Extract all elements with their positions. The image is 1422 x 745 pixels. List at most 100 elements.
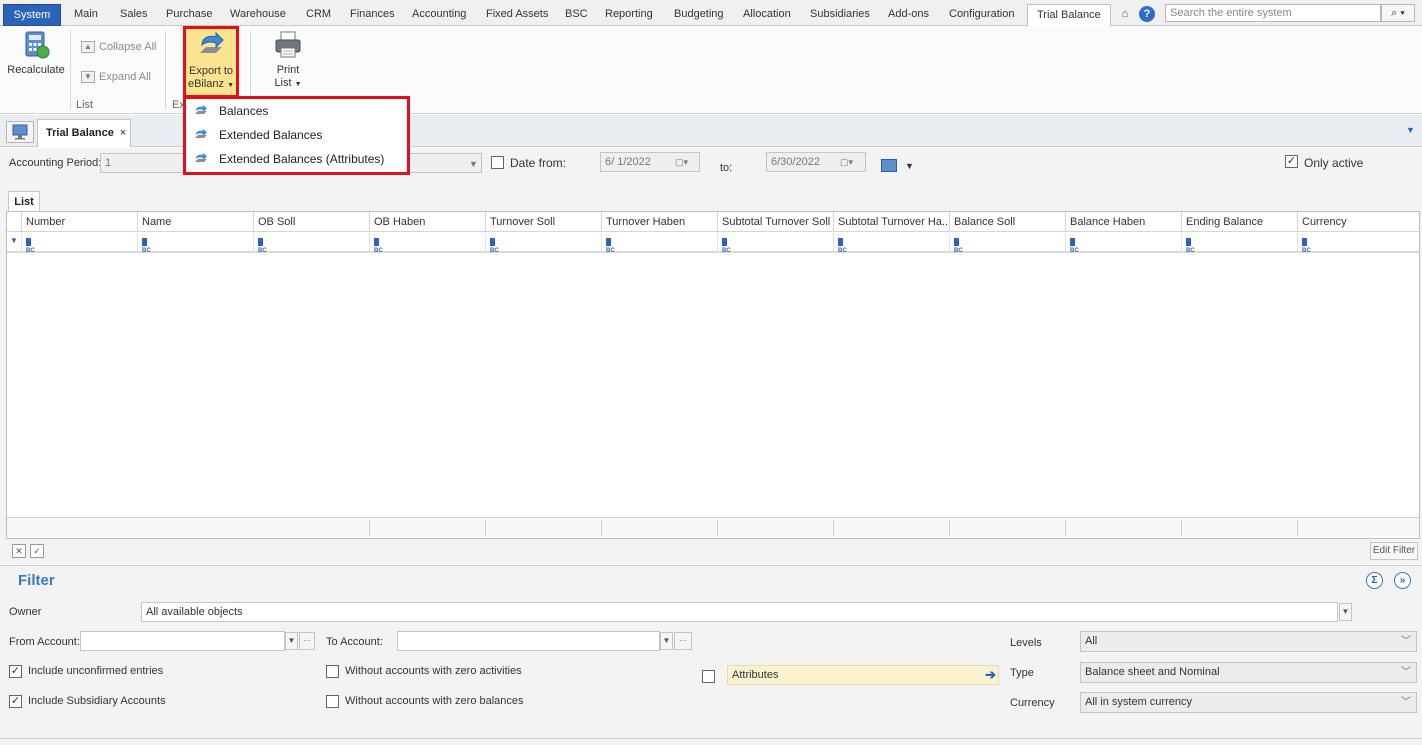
search-button[interactable]: ⌕ ▾ [1381,4,1415,22]
filter-cell-name[interactable]: BC [137,233,253,254]
tab-bsc[interactable]: BSC [556,4,597,26]
menu-item-extended-balances[interactable]: Extended Balances [186,123,407,147]
type-select[interactable]: Balance sheet and Nominal ﹀ [1080,662,1417,683]
currency-value: All in system currency [1085,696,1192,708]
menu-item-balances[interactable]: Balances [186,99,407,123]
abc-filter-icon: BC [258,238,270,254]
tab-list[interactable]: List [8,191,40,213]
column-header-ending-balance[interactable]: Ending Balance [1181,212,1297,232]
column-header-subtotal-turnover-soll[interactable]: Subtotal Turnover Soll [717,212,833,232]
zero-activities-checkbox[interactable] [326,665,339,678]
column-header-subtotal-turnover-haben[interactable]: Subtotal Turnover Ha... [833,212,949,232]
tab-configuration[interactable]: Configuration [940,4,1023,26]
tab-fixed-assets[interactable]: Fixed Assets [477,4,557,26]
to-account-browse-icon[interactable]: ··· [674,632,692,650]
help-icon[interactable]: ? [1139,6,1155,22]
grid-header: Number Name OB Soll OB Haben Turnover So… [7,212,1419,232]
filter-cell-ending-balance[interactable]: BC [1181,233,1297,254]
tab-purchase[interactable]: Purchase [157,4,221,26]
filter-cell-ob-haben[interactable]: BC [369,233,485,254]
zero-balances-checkbox[interactable] [326,695,339,708]
list-area: List Number Name OB Soll OB Haben Turnov… [0,186,1422,564]
print-dropdown-arrow-icon: ▼ [294,81,302,88]
column-header-balance-haben[interactable]: Balance Haben [1065,212,1181,232]
calendar-dropdown-icon[interactable]: ▢▾ [840,157,853,168]
filter-cell-turnover-soll[interactable]: BC [485,233,601,254]
tab-main[interactable]: Main [65,4,107,26]
tab-crm[interactable]: CRM [297,4,340,26]
minimize-ribbon-icon[interactable]: ⌂ [1117,6,1133,22]
recalculate-button[interactable]: Recalculate [6,30,66,76]
arrow-right-icon[interactable]: ➔ [985,666,996,684]
recalculate-label: Recalculate [7,64,65,76]
owner-select[interactable]: All available objects [141,602,1338,622]
column-header-ob-haben[interactable]: OB Haben [369,212,485,232]
attributes-field[interactable]: Attributes ➔ [727,665,999,685]
sum-icon[interactable]: Σ [1366,572,1383,589]
menu-item-extended-balances-attributes[interactable]: Extended Balances (Attributes) [186,147,407,171]
clear-filter-icon[interactable]: ✕ [12,544,26,558]
column-header-ob-soll[interactable]: OB Soll [253,212,369,232]
tab-accounting[interactable]: Accounting [403,4,475,26]
edit-filter-button[interactable]: Edit Filter [1370,542,1418,560]
tab-add-ons[interactable]: Add-ons [879,4,938,26]
enable-filter-checkbox[interactable]: ✓ [30,544,44,558]
filter-cell-currency[interactable]: BC [1297,233,1419,254]
date-range-icon[interactable] [881,159,897,172]
tab-finances[interactable]: Finances [341,4,404,26]
tab-warehouse[interactable]: Warehouse [221,4,295,26]
owner-dropdown-icon[interactable]: ▼ [1339,603,1352,621]
tab-system[interactable]: System [3,4,61,26]
include-subsidiary-checkbox[interactable]: ✓ [9,695,22,708]
close-tab-icon[interactable]: × [120,127,126,139]
owner-label: Owner [9,606,42,618]
monitor-icon[interactable] [6,121,34,143]
column-header-balance-soll[interactable]: Balance Soll [949,212,1065,232]
expand-all-button[interactable]: ▼ Expand All [81,71,151,84]
column-header-name[interactable]: Name [137,212,253,232]
abc-filter-icon: BC [606,238,618,254]
tab-sales[interactable]: Sales [111,4,157,26]
export-to-ebilanz-button[interactable]: Export to eBilanz ▼ [183,26,239,98]
attributes-checkbox[interactable] [702,670,715,683]
collapse-panel-icon[interactable]: » [1394,572,1411,589]
levels-select[interactable]: All ﹀ [1080,631,1417,652]
search-input[interactable]: Search the entire system [1165,4,1381,22]
tab-budgeting[interactable]: Budgeting [665,4,733,26]
tab-allocation[interactable]: Allocation [734,4,800,26]
from-account-browse-icon[interactable]: ··· [299,632,315,650]
filter-cell-ob-soll[interactable]: BC [253,233,369,254]
filter-cell-number[interactable]: BC [21,233,137,254]
filter-cell-balance-haben[interactable]: BC [1065,233,1181,254]
tab-trial-balance[interactable]: Trial Balance [1027,4,1111,27]
abc-filter-icon: BC [142,238,154,254]
filter-cell-subtotal-turnover-soll[interactable]: BC [717,233,833,254]
column-header-turnover-soll[interactable]: Turnover Soll [485,212,601,232]
tab-list-dropdown-icon[interactable]: ▼ [1406,125,1415,135]
tab-reporting[interactable]: Reporting [596,4,662,26]
currency-select[interactable]: All in system currency ﹀ [1080,692,1417,713]
only-active-checkbox[interactable]: ✓ [1285,155,1298,168]
from-account-dropdown-icon[interactable]: ▼ [285,632,298,650]
column-header-turnover-haben[interactable]: Turnover Haben [601,212,717,232]
filter-cell-subtotal-turnover-haben[interactable]: BC [833,233,949,254]
calendar-dropdown-icon[interactable]: ▢▾ [675,157,688,168]
tab-subsidiaries[interactable]: Subsidiaries [801,4,879,26]
from-account-input[interactable] [80,631,285,651]
column-header-currency[interactable]: Currency [1297,212,1419,232]
chevron-down-icon[interactable]: ▼ [469,159,478,169]
print-label-line1: Print [276,64,300,76]
column-header-number[interactable]: Number [21,212,137,232]
print-list-button[interactable]: Print List ▼ [262,30,314,91]
date-from-checkbox[interactable] [491,156,504,169]
accounting-period-label: Accounting Period: [9,157,102,169]
include-unconfirmed-checkbox[interactable]: ✓ [9,665,22,678]
filter-cell-balance-soll[interactable]: BC [949,233,1065,254]
chevron-down-icon[interactable]: ▼ [905,161,914,171]
abc-filter-icon: BC [1186,238,1198,254]
collapse-all-button[interactable]: ▲ Collapse All [81,41,156,54]
filter-cell-turnover-haben[interactable]: BC [601,233,717,254]
to-account-dropdown-icon[interactable]: ▼ [660,632,673,650]
to-account-input[interactable] [397,631,660,651]
document-tab-trial-balance[interactable]: Trial Balance × [37,119,131,147]
